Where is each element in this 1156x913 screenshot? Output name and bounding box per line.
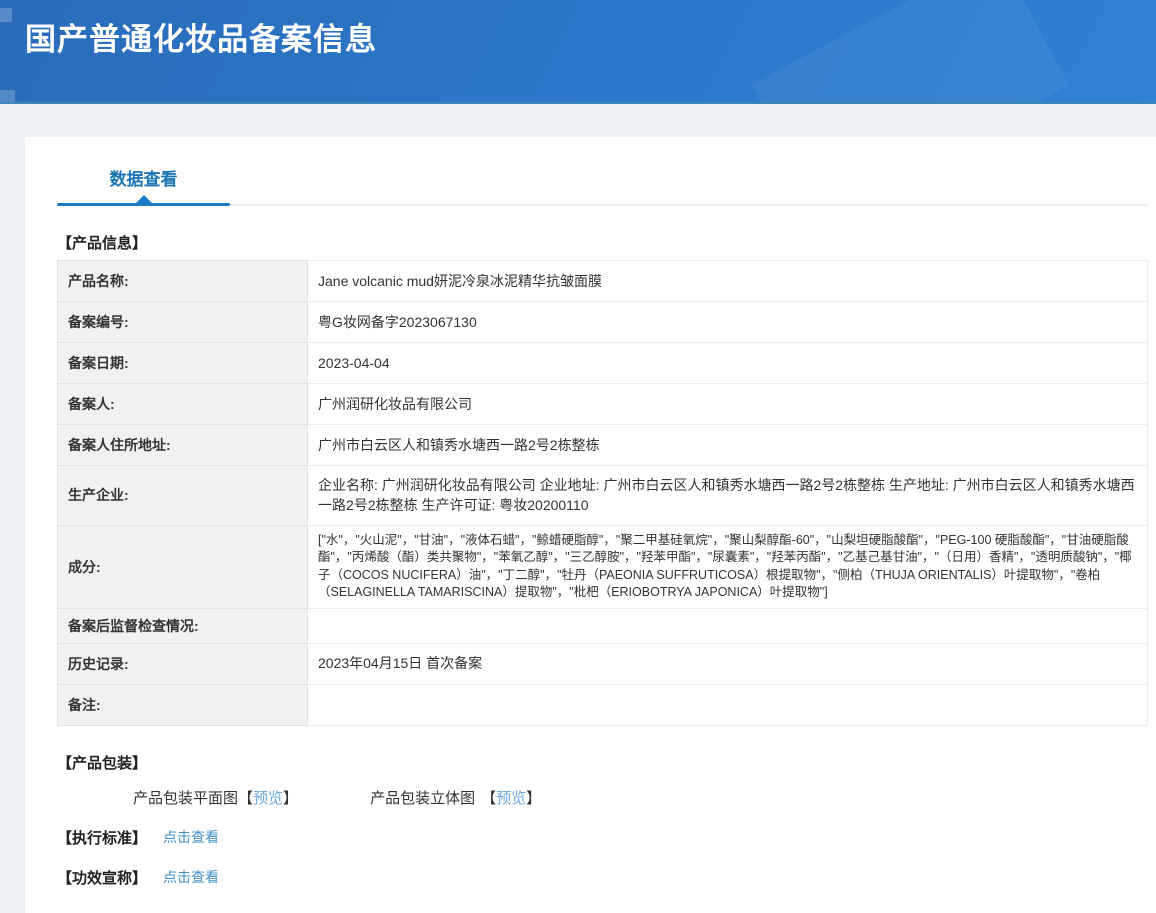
header-decoration-square-bottom xyxy=(0,90,15,104)
package-flat-image-label: 产品包装平面图 xyxy=(133,787,238,808)
table-row-registration-date: 备案日期: 2023-04-04 xyxy=(58,343,1148,384)
product-info-table: 产品名称: Jane volcanic mud妍泥冷泉冰泥精华抗皱面膜 备案编号… xyxy=(57,260,1148,726)
header-decoration-square-top xyxy=(0,8,12,22)
table-row-registrant: 备案人: 广州润研化妆品有限公司 xyxy=(58,384,1148,425)
row-value: Jane volcanic mud妍泥冷泉冰泥精华抗皱面膜 xyxy=(308,261,1148,302)
efficacy-claim-link[interactable]: 点击查看 xyxy=(163,867,219,887)
bracket-close: 】 xyxy=(283,787,298,808)
row-value: 2023年04月15日 首次备案 xyxy=(308,643,1148,684)
row-label: 生产企业: xyxy=(58,466,308,526)
row-label: 备案编号: xyxy=(58,302,308,343)
tab-data-view[interactable]: 数据查看 xyxy=(57,165,230,206)
product-info-section-title: 【产品信息】 xyxy=(57,232,1148,253)
bracket-close: 】 xyxy=(526,787,541,808)
row-value xyxy=(308,608,1148,643)
exec-standard-title: 【执行标准】 xyxy=(57,827,147,848)
row-label: 备案后监督检查情况: xyxy=(58,608,308,643)
package-flat-image-item: 产品包装平面图 【预览】 xyxy=(133,787,298,808)
bracket-open: 【 xyxy=(238,787,253,808)
row-value: 企业名称: 广州润研化妆品有限公司 企业地址: 广州市白云区人和镇秀水塘西一路2… xyxy=(308,466,1148,526)
row-value: 2023-04-04 xyxy=(308,343,1148,384)
table-row-product-name: 产品名称: Jane volcanic mud妍泥冷泉冰泥精华抗皱面膜 xyxy=(58,261,1148,302)
row-label: 备案人: xyxy=(58,384,308,425)
page-title: 国产普通化妆品备案信息 xyxy=(25,14,377,59)
tab-data-view-label: 数据查看 xyxy=(110,170,178,189)
row-label: 历史记录: xyxy=(58,643,308,684)
table-row-history: 历史记录: 2023年04月15日 首次备案 xyxy=(58,643,1148,684)
package-stereo-preview-link[interactable]: 预览 xyxy=(496,787,526,808)
table-row-ingredients: 成分: ["水"，"火山泥"，"甘油"，"液体石蜡"，"鲸蜡硬脂醇"，"聚二甲基… xyxy=(58,525,1148,608)
package-stereo-image-label: 产品包装立体图 xyxy=(370,787,475,808)
table-row-registrant-address: 备案人住所地址: 广州市白云区人和镇秀水塘西一路2号2栋整栋 xyxy=(58,425,1148,466)
row-value: ["水"，"火山泥"，"甘油"，"液体石蜡"，"鲸蜡硬脂醇"，"聚二甲基硅氧烷"… xyxy=(308,525,1148,608)
tab-bar: 数据查看 xyxy=(57,157,1148,206)
exec-standard-row: 【执行标准】 点击查看 xyxy=(57,827,1148,848)
table-row-manufacturer: 生产企业: 企业名称: 广州润研化妆品有限公司 企业地址: 广州市白云区人和镇秀… xyxy=(58,466,1148,526)
row-label: 备案日期: xyxy=(58,343,308,384)
table-row-supervision-status: 备案后监督检查情况: xyxy=(58,608,1148,643)
row-value: 广州润研化妆品有限公司 xyxy=(308,384,1148,425)
exec-standard-link[interactable]: 点击查看 xyxy=(163,827,219,847)
product-package-section-title: 【产品包装】 xyxy=(57,752,1148,773)
row-value: 广州市白云区人和镇秀水塘西一路2号2栋整栋 xyxy=(308,425,1148,466)
row-value: 粤G妆网备字2023067130 xyxy=(308,302,1148,343)
row-label: 产品名称: xyxy=(58,261,308,302)
row-value xyxy=(308,684,1148,725)
row-label: 备案人住所地址: xyxy=(58,425,308,466)
package-flat-preview-link[interactable]: 预览 xyxy=(253,787,283,808)
bracket-open: 【 xyxy=(481,787,496,808)
header-decoration-streak xyxy=(751,0,1069,104)
tab-active-underline xyxy=(57,203,230,206)
page-header: 国产普通化妆品备案信息 xyxy=(0,0,1156,104)
table-row-remarks: 备注: xyxy=(58,684,1148,725)
efficacy-claim-row: 【功效宣称】 点击查看 xyxy=(57,867,1148,888)
package-links-row: 产品包装平面图 【预览】 产品包装立体图 【预览】 xyxy=(57,787,1148,808)
content-card: 数据查看 【产品信息】 产品名称: Jane volcanic mud妍泥冷泉冰… xyxy=(25,137,1156,913)
package-stereo-image-item: 产品包装立体图 【预览】 xyxy=(370,787,541,808)
row-label: 成分: xyxy=(58,525,308,608)
table-row-registration-number: 备案编号: 粤G妆网备字2023067130 xyxy=(58,302,1148,343)
row-label: 备注: xyxy=(58,684,308,725)
tab-active-arrow-icon xyxy=(136,195,152,203)
efficacy-claim-title: 【功效宣称】 xyxy=(57,867,147,888)
